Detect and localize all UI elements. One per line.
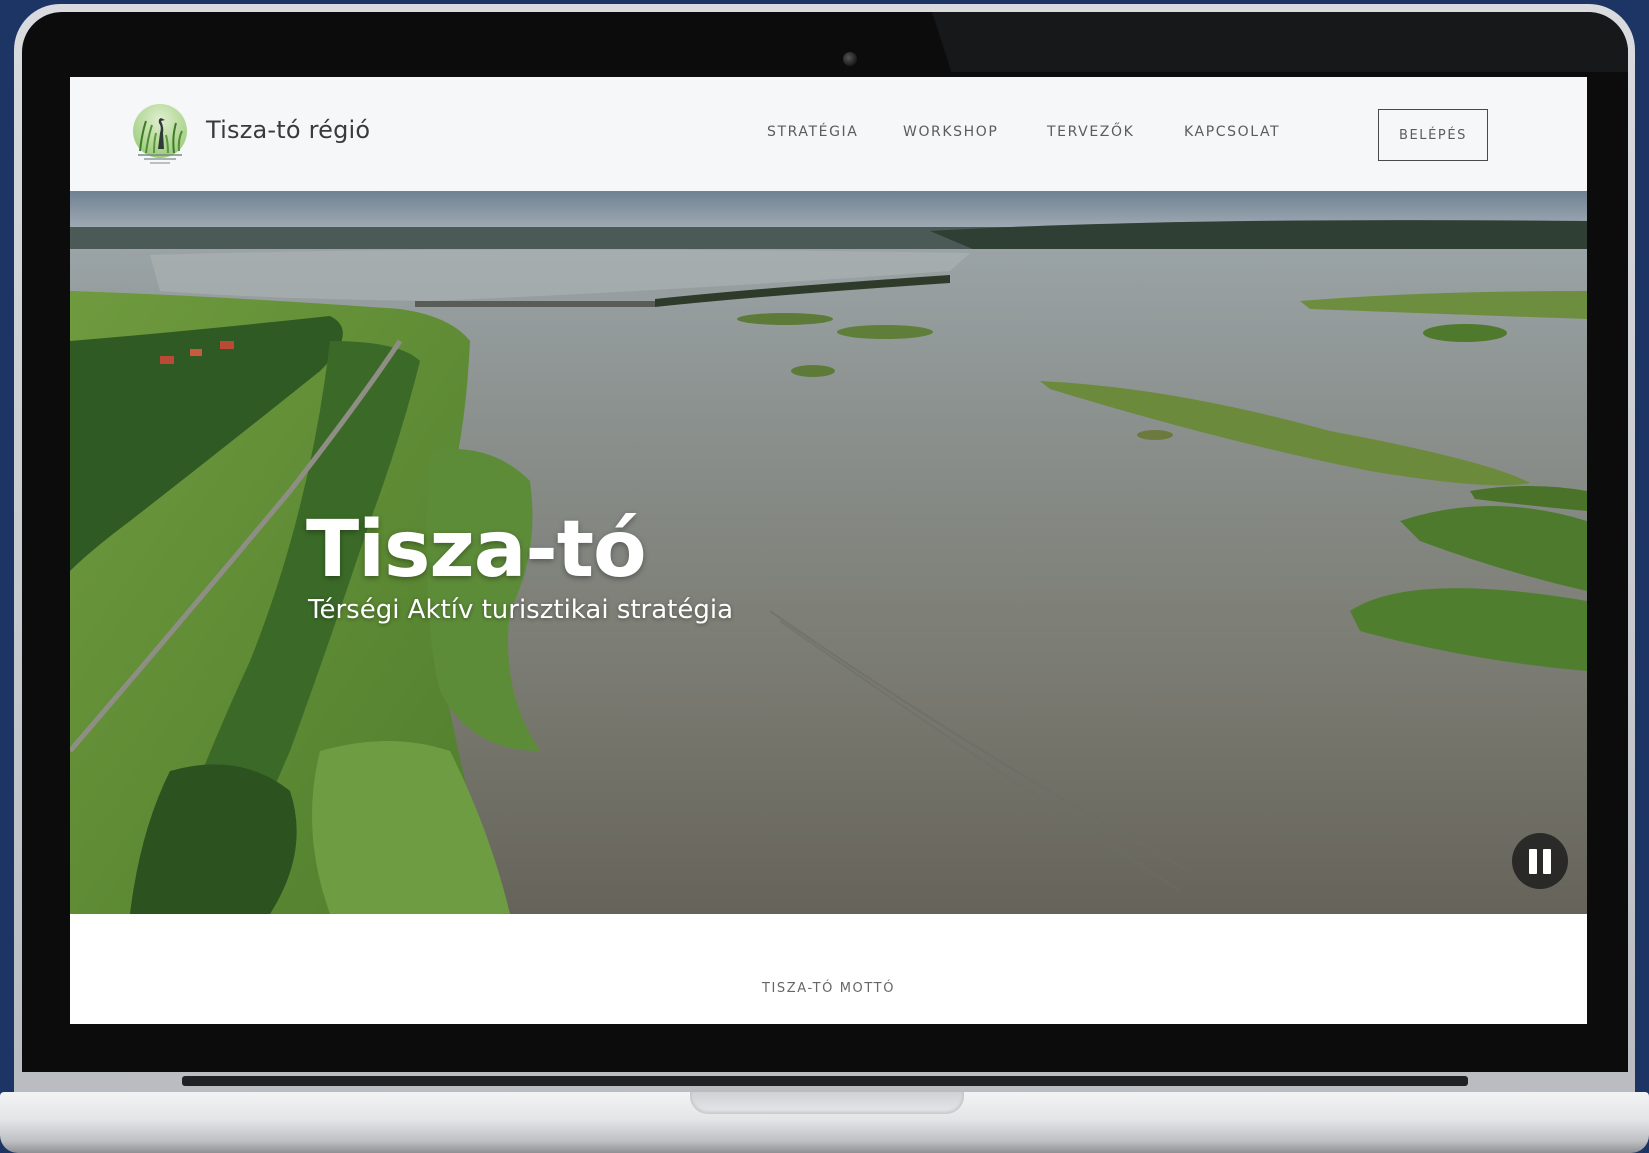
website-screen: Tisza-tó régió STRATÉGIA WORKSHOP TERVEZ… — [70, 77, 1587, 1024]
site-header: Tisza-tó régió STRATÉGIA WORKSHOP TERVEZ… — [70, 77, 1587, 191]
webcam-icon — [843, 52, 857, 66]
login-button[interactable]: BELÉPÉS — [1378, 109, 1488, 161]
hero-title: Tisza-tó — [306, 505, 647, 595]
nav-item-kapcsolat[interactable]: KAPCSOLAT — [1184, 124, 1280, 140]
hero-video: Tisza-tó Térségi Aktív turisztikai strat… — [70, 191, 1587, 914]
motto-section-label: TISZA-TÓ MOTTÓ — [761, 981, 896, 996]
pause-bar-left — [1529, 849, 1537, 874]
laptop-notch — [690, 1092, 964, 1114]
nav-item-strategia[interactable]: STRATÉGIA — [767, 124, 858, 140]
nav-item-tervezok[interactable]: TERVEZŐK — [1047, 124, 1134, 140]
heron-reeds-logo-icon[interactable] — [132, 103, 188, 165]
hero-subtitle: Térségi Aktív turisztikai stratégia — [308, 595, 734, 625]
laptop-hinge — [182, 1076, 1468, 1086]
aerial-lake-background — [70, 191, 1587, 914]
nav-item-workshop[interactable]: WORKSHOP — [903, 124, 998, 140]
brand-name[interactable]: Tisza-tó régió — [206, 116, 370, 144]
pause-icon[interactable] — [1512, 833, 1568, 889]
pause-bar-right — [1543, 849, 1551, 874]
